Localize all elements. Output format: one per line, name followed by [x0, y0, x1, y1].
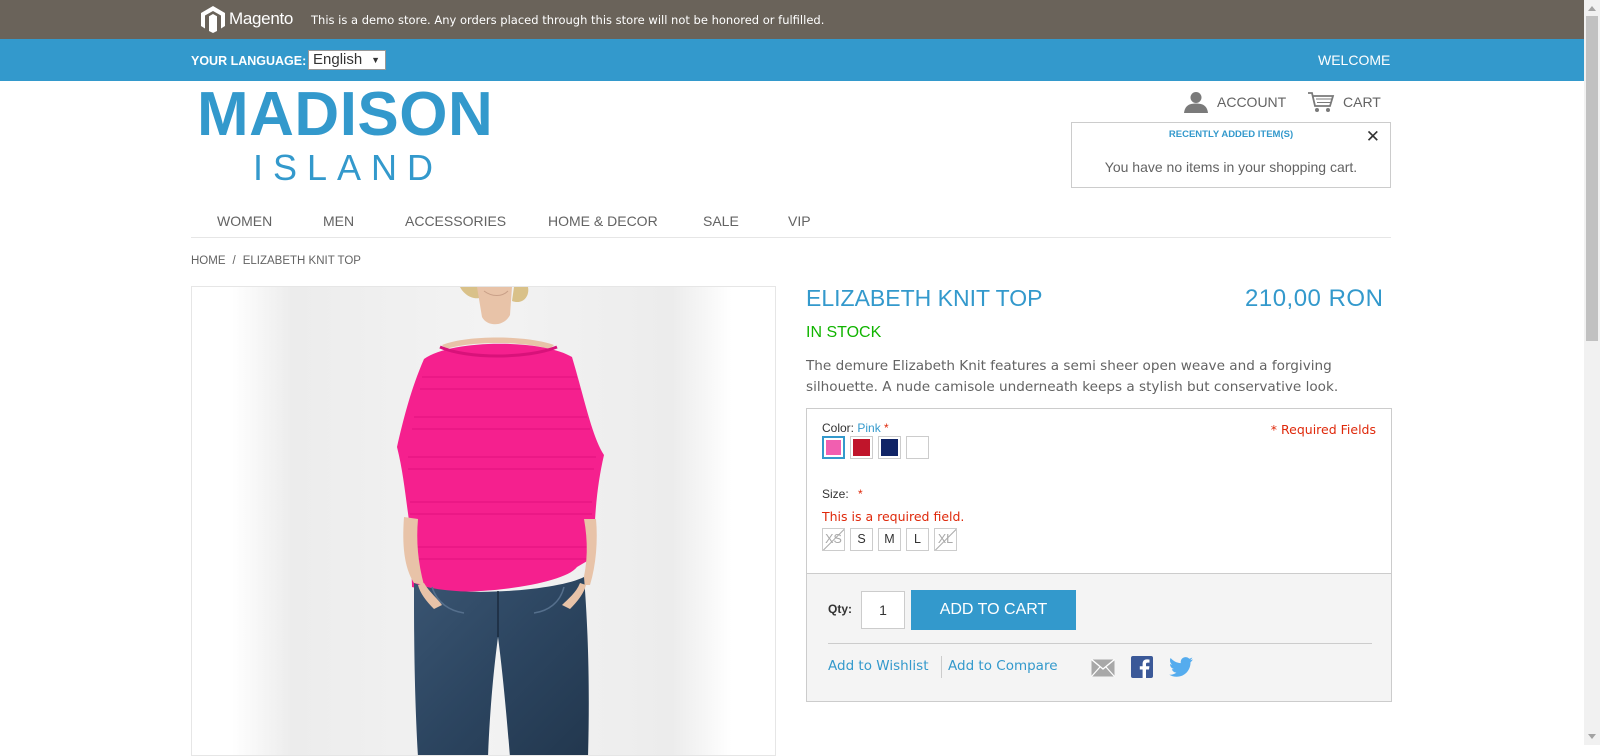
add-to-cart-box: Qty: 1 ADD TO CART Add to Wishlist Add t…: [806, 574, 1392, 702]
add-to-compare-link[interactable]: Add to Compare: [948, 658, 1058, 674]
nav-item-sale[interactable]: SALE: [703, 213, 739, 229]
account-label: ACCOUNT: [1217, 94, 1287, 110]
nav-item-women[interactable]: WOMEN: [217, 213, 272, 229]
nav-item-men[interactable]: MEN: [323, 213, 354, 229]
main-navigation: WOMEN MEN ACCESSORIES HOME & DECOR SALE …: [191, 204, 1391, 238]
store-logo-subtitle[interactable]: ISLAND: [253, 148, 443, 188]
color-swatch-white[interactable]: [906, 436, 929, 459]
color-label-row: Color: Pink *: [822, 421, 889, 435]
link-separator: [941, 656, 942, 678]
divider: [828, 643, 1372, 644]
cart-link[interactable]: CART: [1307, 91, 1381, 113]
color-label: Color:: [822, 421, 855, 435]
mini-cart-empty-message: You have no items in your shopping cart.: [1104, 159, 1358, 175]
scrollbar-thumb[interactable]: [1586, 16, 1598, 341]
twitter-icon[interactable]: [1169, 657, 1193, 677]
breadcrumb: HOME / ELIZABETH KNIT TOP: [191, 255, 361, 267]
language-select[interactable]: English ▼: [308, 50, 386, 70]
product-options: Color: Pink * * Required Fields Size: * …: [806, 408, 1392, 574]
breadcrumb-home[interactable]: HOME: [191, 255, 226, 267]
demo-notice-text: This is a demo store. Any orders placed …: [311, 13, 825, 27]
store-logo[interactable]: MADISON: [197, 83, 493, 147]
magento-logo[interactable]: Magento: [200, 5, 293, 33]
breadcrumb-current: ELIZABETH KNIT TOP: [242, 255, 361, 267]
qty-label: Qty:: [828, 602, 852, 616]
dropdown-arrow-icon: ▼: [371, 55, 380, 65]
product-image[interactable]: [191, 286, 776, 756]
color-selected-value: Pink: [857, 421, 881, 435]
product-price: 210,00 RON: [1245, 285, 1384, 312]
size-required-error: This is a required field.: [822, 509, 965, 524]
size-swatch-s[interactable]: S: [850, 528, 873, 551]
magento-logo-text: Magento: [229, 9, 294, 28]
nav-item-home-decor[interactable]: HOME & DECOR: [548, 213, 658, 229]
stock-status: IN STOCK: [806, 324, 882, 341]
color-swatch-pink[interactable]: [822, 436, 845, 459]
size-swatch-xl[interactable]: XL: [934, 528, 957, 551]
user-icon: [1184, 92, 1208, 113]
size-swatch-m[interactable]: M: [878, 528, 901, 551]
size-swatch-l[interactable]: L: [906, 528, 929, 551]
required-star: *: [884, 421, 889, 435]
close-icon[interactable]: ✕: [1366, 127, 1380, 147]
required-fields-note: * Required Fields: [1270, 422, 1376, 437]
add-to-wishlist-link[interactable]: Add to Wishlist: [828, 658, 929, 674]
scroll-up-icon[interactable]: [1588, 6, 1596, 11]
welcome-message: WELCOME: [1318, 52, 1391, 68]
language-label: YOUR LANGUAGE:: [191, 54, 307, 68]
language-select-value: English: [313, 51, 363, 68]
mini-cart-title: RECENTLY ADDED ITEM(S): [1168, 129, 1294, 140]
cart-icon: [1308, 92, 1335, 112]
facebook-icon[interactable]: [1131, 656, 1153, 678]
color-swatch-navy[interactable]: [878, 436, 901, 459]
nav-item-vip[interactable]: VIP: [788, 213, 811, 229]
account-link[interactable]: ACCOUNT: [1183, 91, 1286, 113]
nav-item-accessories[interactable]: ACCESSORIES: [405, 213, 506, 229]
product-description: The demure Elizabeth Knit features a sem…: [806, 358, 1339, 395]
page-scrollbar[interactable]: [1584, 0, 1600, 745]
qty-input[interactable]: 1: [861, 591, 905, 629]
demo-notice-bar: Magento This is a demo store. Any orders…: [0, 0, 1584, 39]
email-icon[interactable]: [1091, 659, 1115, 677]
required-star: *: [858, 487, 863, 501]
breadcrumb-separator: /: [232, 255, 236, 267]
mini-cart-dropdown: RECENTLY ADDED ITEM(S) ✕ You have no ite…: [1071, 122, 1391, 188]
size-label-row: Size: *: [822, 487, 863, 501]
scroll-down-icon[interactable]: [1588, 734, 1596, 739]
size-label: Size:: [822, 487, 849, 501]
color-swatch-red[interactable]: [850, 436, 873, 459]
product-photo: [232, 287, 732, 755]
cart-label: CART: [1343, 94, 1381, 110]
language-bar: YOUR LANGUAGE: English ▼ WELCOME: [0, 39, 1584, 81]
size-swatch-xs[interactable]: XS: [822, 528, 845, 551]
product-name: ELIZABETH KNIT TOP: [806, 285, 1043, 311]
add-to-cart-button[interactable]: ADD TO CART: [911, 590, 1076, 630]
magento-logo-icon: [201, 6, 225, 33]
